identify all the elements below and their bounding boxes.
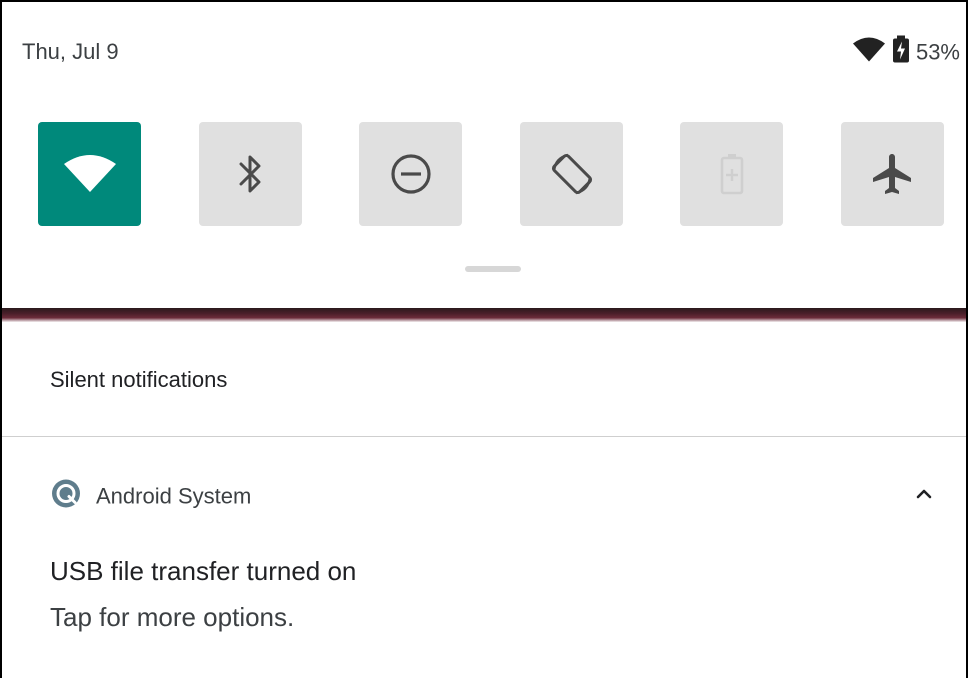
quick-settings-panel: Thu, Jul 9 53% [2,2,966,310]
wifi-icon [62,154,118,194]
status-date[interactable]: Thu, Jul 9 [22,39,119,65]
quick-settings-tiles [2,122,966,228]
collapse-button[interactable] [910,482,938,510]
tile-wifi[interactable] [38,122,141,226]
notification-header: Android System [50,478,251,515]
battery-saver-icon [720,153,744,195]
silent-notifications-header: Silent notifications [2,324,966,437]
wallpaper-divider [2,308,966,322]
app-name: Android System [96,483,252,508]
bluetooth-icon [238,152,264,196]
drag-handle[interactable] [465,266,521,272]
status-bar: Thu, Jul 9 53% [2,2,966,72]
do-not-disturb-icon [389,152,433,196]
notification-card[interactable]: Android System USB file transfer turned … [2,438,966,678]
tile-airplane-mode[interactable] [841,122,944,226]
notification-title: USB file transfer turned on [50,556,357,586]
wifi-icon [852,37,886,68]
tile-battery-saver[interactable] [680,122,783,226]
tile-auto-rotate[interactable] [520,122,623,226]
status-icons: 53% [852,35,960,69]
tile-bluetooth[interactable] [199,122,302,226]
notification-shade: Thu, Jul 9 53% Silent notifications Andr… [0,0,968,678]
battery-percent: 53% [915,39,960,64]
section-title: Silent notifications [50,367,228,392]
auto-rotate-icon [548,150,596,198]
android-system-icon [50,478,82,515]
notification-text: Tap for more options. [50,602,295,632]
battery-charging-icon [892,35,910,69]
airplane-icon [869,150,917,198]
chevron-up-icon [916,487,932,505]
tile-do-not-disturb[interactable] [359,122,462,226]
